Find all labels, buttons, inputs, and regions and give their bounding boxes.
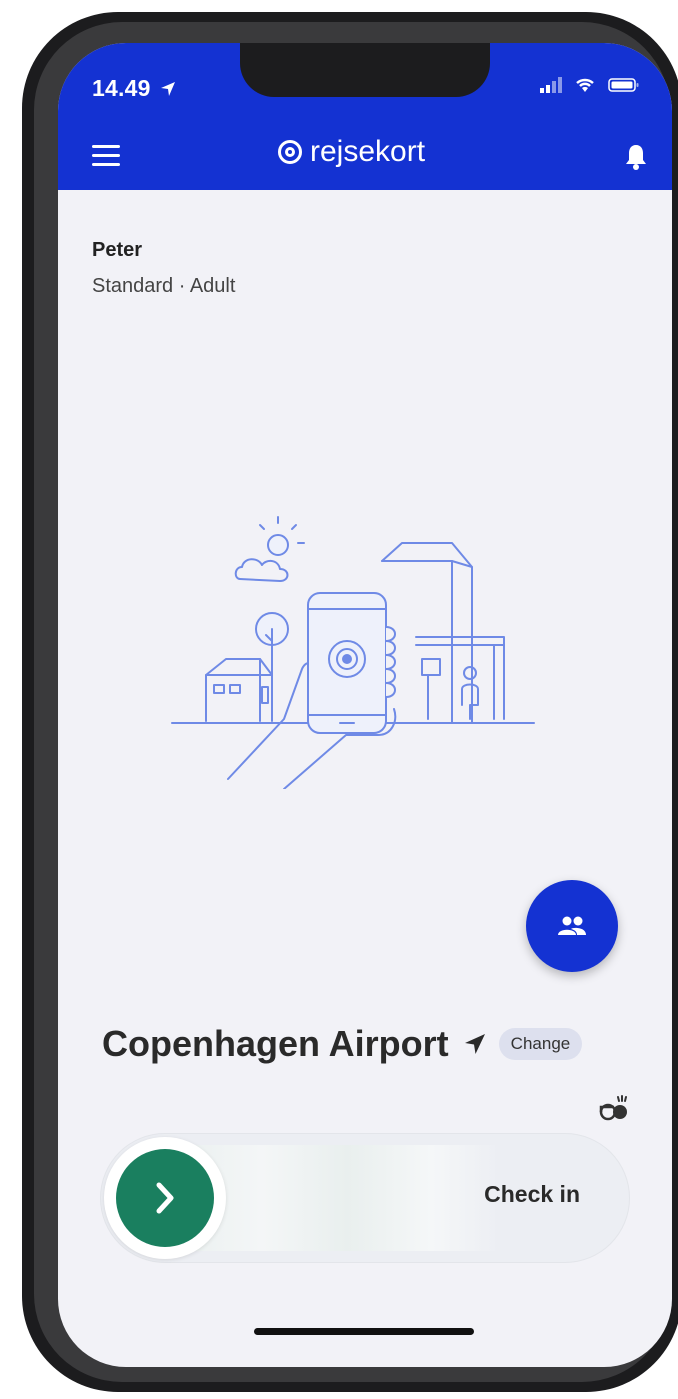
status-icons	[540, 77, 640, 93]
slider-knob[interactable]	[104, 1137, 226, 1259]
check-in-label: Check in	[484, 1181, 580, 1207]
signal-icon	[540, 77, 562, 93]
binoculars-icon[interactable]	[598, 1095, 628, 1121]
slider-knob-inner	[116, 1149, 214, 1247]
app-header: 14.49 rejsekort	[58, 43, 672, 190]
user-profile-type: Standard · Adult	[92, 275, 236, 297]
change-station-button[interactable]: Change	[498, 1028, 583, 1060]
bell-icon[interactable]	[624, 143, 648, 171]
battery-icon	[608, 78, 639, 92]
rejsekort-logo-icon	[278, 140, 302, 164]
station-name: Copenhagen Airport	[102, 1023, 449, 1064]
user-name: Peter	[92, 239, 143, 261]
app-screen: 14.49 rejsekort Peter Standard · Adult C…	[58, 43, 672, 1367]
status-time-text: 14.49	[92, 75, 151, 101]
status-time: 14.49	[92, 75, 177, 102]
app-name: rejsekort	[310, 135, 426, 168]
menu-icon[interactable]	[92, 145, 120, 167]
chevron-right-icon	[156, 1182, 174, 1214]
wifi-icon	[576, 78, 594, 92]
location-arrow-icon	[464, 1034, 485, 1054]
home-indicator[interactable]	[254, 1328, 474, 1335]
check-in-slider[interactable]: Check in	[100, 1133, 630, 1263]
station-row: Copenhagen Airport Change	[102, 1023, 583, 1065]
notch	[240, 43, 490, 97]
location-arrow-icon	[161, 82, 176, 96]
city-phone-illustration	[171, 516, 535, 789]
people-icon	[558, 916, 586, 935]
group-travel-button[interactable]	[526, 880, 618, 972]
rejsekort-logo: rejsekort	[278, 135, 425, 169]
app-bar: rejsekort	[58, 131, 672, 181]
